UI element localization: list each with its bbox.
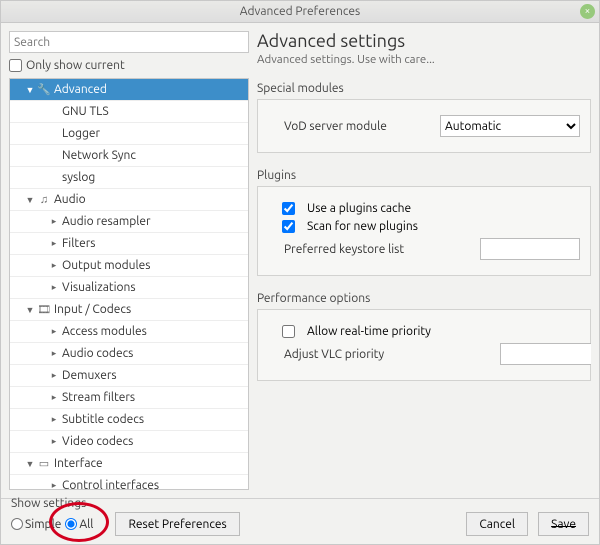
section-plugins: Plugins <box>257 169 591 182</box>
vod-server-module-combo[interactable]: Automatic <box>440 115 580 137</box>
preferred-keystore-input[interactable] <box>480 238 580 260</box>
tree-access-modules[interactable]: ▸Access modules <box>10 321 248 343</box>
adjust-priority-spinner[interactable]: ▲▼ <box>500 343 580 365</box>
tree-video-codecs[interactable]: ▸Video codecs <box>10 431 248 453</box>
use-plugins-cache-label: Use a plugins cache <box>307 202 411 215</box>
page-subtitle: Advanced settings. Use with care... <box>257 53 591 66</box>
tree-stream-filters[interactable]: ▸Stream filters <box>10 387 248 409</box>
film-icon: 🎞 <box>36 303 52 316</box>
tree-interface[interactable]: ▼▭Interface <box>10 453 248 475</box>
tree-filters[interactable]: ▸Filters <box>10 233 248 255</box>
window-title: Advanced Preferences <box>240 5 361 18</box>
tree-output-modules[interactable]: ▸Output modules <box>10 255 248 277</box>
show-settings-label: Show settings <box>11 497 240 510</box>
adjust-priority-value[interactable] <box>500 343 591 365</box>
wrench-icon: 🔧 <box>36 83 52 96</box>
vod-server-module-label: VoD server module <box>268 120 432 133</box>
tree-gnutls[interactable]: GNU TLS <box>10 101 248 123</box>
only-show-current-checkbox[interactable]: Only show current <box>9 59 249 72</box>
tree-demuxers[interactable]: ▸Demuxers <box>10 365 248 387</box>
show-settings-all-radio[interactable]: All <box>65 518 93 531</box>
tree-network-sync[interactable]: Network Sync <box>10 145 248 167</box>
tree-syslog[interactable]: syslog <box>10 167 248 189</box>
tree-audio-codecs[interactable]: ▸Audio codecs <box>10 343 248 365</box>
tree-logger[interactable]: Logger <box>10 123 248 145</box>
titlebar: Advanced Preferences × <box>1 1 599 23</box>
music-note-icon: ♫ <box>36 194 52 206</box>
tree-control-interfaces[interactable]: ▸Control interfaces <box>10 475 248 490</box>
section-performance: Performance options <box>257 292 591 305</box>
tree-advanced[interactable]: ▼🔧Advanced <box>10 79 248 101</box>
tree-visualizations[interactable]: ▸Visualizations <box>10 277 248 299</box>
section-special-modules: Special modules <box>257 82 591 95</box>
show-settings-simple-radio[interactable]: Simple <box>11 518 61 531</box>
save-button[interactable]: Save <box>538 512 589 536</box>
window-icon: ▭ <box>36 457 52 470</box>
scan-new-plugins-label: Scan for new plugins <box>307 220 418 233</box>
settings-tree[interactable]: ▼🔧Advanced GNU TLS Logger Network Sync s… <box>9 78 249 490</box>
adjust-priority-label: Adjust VLC priority <box>268 348 492 361</box>
reset-preferences-button[interactable]: Reset Preferences <box>115 512 239 536</box>
allow-realtime-checkbox[interactable] <box>282 325 295 338</box>
tree-subtitle-codecs[interactable]: ▸Subtitle codecs <box>10 409 248 431</box>
cancel-button[interactable]: Cancel <box>466 512 528 536</box>
scan-new-plugins-checkbox[interactable] <box>282 220 295 233</box>
only-show-current-label: Only show current <box>26 59 125 72</box>
tree-input-codecs[interactable]: ▼🎞Input / Codecs <box>10 299 248 321</box>
use-plugins-cache-checkbox[interactable] <box>282 202 295 215</box>
tree-audio[interactable]: ▼♫Audio <box>10 189 248 211</box>
page-title: Advanced settings <box>257 31 591 51</box>
search-input[interactable] <box>9 31 249 53</box>
preferred-keystore-label: Preferred keystore list <box>268 243 472 256</box>
only-show-current-box[interactable] <box>9 59 22 72</box>
close-icon[interactable]: × <box>580 4 595 19</box>
tree-audio-resampler[interactable]: ▸Audio resampler <box>10 211 248 233</box>
allow-realtime-label: Allow real-time priority <box>307 325 431 338</box>
